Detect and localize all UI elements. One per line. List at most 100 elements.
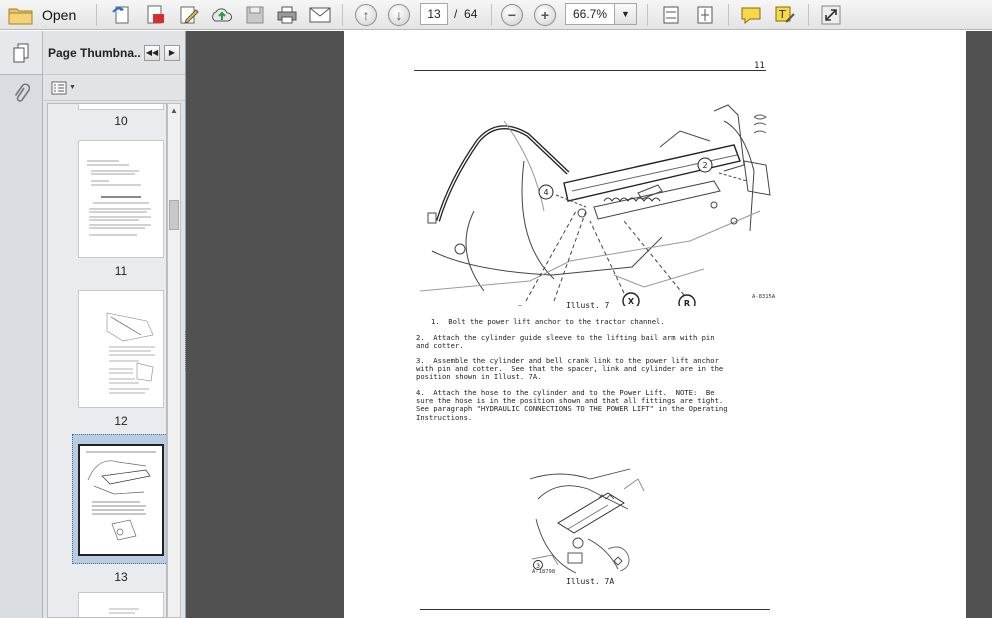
illustration-7a: 3 — [529, 468, 645, 574]
scrollbar-thumb[interactable] — [169, 200, 179, 230]
edit-button[interactable] — [176, 3, 202, 27]
expand-icon — [821, 5, 841, 25]
document-page: 11 4 2 X R A-8315A Illust. 7 1. Bolt the… — [344, 31, 966, 618]
fit-page-icon — [697, 6, 713, 24]
zoom-input[interactable]: 66.7% — [565, 3, 615, 25]
cloud-upload-icon — [212, 8, 232, 22]
printer-icon — [277, 6, 297, 24]
paperclip-icon — [14, 83, 30, 102]
thumbnail-label: 11 — [114, 264, 128, 278]
navigation-pane-strip — [0, 31, 43, 618]
toolbar-separator — [96, 4, 97, 26]
previous-page-button[interactable]: ↑ — [354, 3, 378, 27]
panel-header: Page Thumbna... ◀◀ ▶ — [43, 31, 185, 75]
text-markup-icon: T — [775, 6, 795, 23]
illustration-code: A-8315A — [752, 294, 776, 300]
toolbar-separator — [647, 4, 648, 26]
document-viewer[interactable]: 11 4 2 X R A-8315A Illust. 7 1. Bolt the… — [186, 31, 992, 618]
convert-button[interactable] — [142, 3, 168, 27]
page-number: 11 — [754, 61, 765, 71]
thumbnail-preview — [86, 451, 156, 541]
thumbnail-page-13[interactable] — [78, 444, 164, 556]
chevron-down-icon: ▼ — [621, 9, 630, 19]
instruction-step-2: 2. Attach the cylinder guide sleeve to t… — [416, 333, 715, 351]
fit-width-button[interactable] — [658, 3, 684, 27]
page-thumbnails-tab[interactable] — [0, 31, 42, 75]
upload-button[interactable] — [209, 3, 235, 27]
open-button[interactable]: Open — [4, 3, 82, 27]
double-chevron-left-icon: ◀◀ — [145, 48, 159, 57]
callout-2: 2 — [702, 161, 707, 170]
thumbnail-page-14[interactable] — [78, 592, 164, 617]
pages-icon — [13, 43, 29, 62]
minus-icon: − — [501, 4, 523, 26]
illustration-7: 4 2 3 1 X R — [419, 104, 771, 306]
header-rule — [414, 70, 766, 71]
callout-r: R — [684, 299, 690, 306]
page-count: / 64 — [454, 4, 477, 24]
fullscreen-button[interactable] — [818, 3, 844, 27]
collapse-panel-button[interactable]: ◀◀ — [144, 44, 160, 61]
callout-4: 4 — [543, 188, 548, 197]
toolbar-separator — [728, 4, 729, 26]
svg-text:T: T — [778, 8, 786, 21]
panel-title: Page Thumbna... — [48, 45, 140, 60]
thumbnail-panel: Page Thumbna... ◀◀ ▶ ▼ 10 11 12 13 ▲ — [43, 31, 188, 618]
page-total: 64 — [464, 7, 478, 21]
open-label: Open — [42, 7, 77, 23]
save-button[interactable] — [242, 3, 268, 27]
thumbnail-preview — [106, 312, 155, 394]
thumbnail-label: 10 — [114, 114, 128, 128]
plus-icon: + — [534, 4, 556, 26]
illustration-7a-code: A-18798 — [532, 569, 556, 575]
chevron-right-icon: ▶ — [168, 48, 176, 57]
create-pdf-icon — [112, 6, 129, 24]
thumbnail-label: 12 — [114, 414, 128, 428]
thumbnail-page-11[interactable] — [78, 140, 164, 258]
edit-document-icon — [180, 6, 199, 24]
page-separator: / — [454, 7, 458, 21]
attachments-tab[interactable] — [0, 75, 42, 113]
comment-icon — [741, 7, 761, 25]
thumbnail-preview — [87, 160, 151, 236]
caret-down-icon: ▼ — [69, 84, 76, 91]
toolbar-separator — [491, 4, 492, 26]
fit-width-icon — [663, 6, 679, 24]
highlight-button[interactable]: T — [772, 3, 798, 27]
print-button[interactable] — [274, 3, 300, 27]
create-button[interactable] — [108, 3, 134, 27]
pdf-document-icon — [147, 5, 164, 24]
zoom-out-button[interactable]: − — [500, 3, 524, 27]
options-menu-button[interactable]: ▼ — [51, 81, 76, 95]
thumbnail-list: 10 11 12 13 — [47, 103, 167, 618]
footer-rule — [420, 609, 770, 610]
email-button[interactable] — [306, 3, 334, 27]
illustration-7a-caption: Illust. 7A — [566, 577, 615, 586]
next-page-button[interactable]: ↓ — [387, 3, 411, 27]
options-list-icon — [51, 81, 67, 94]
instruction-step-1: 1. Bolt the power lift anchor to the tra… — [431, 317, 665, 326]
arrow-down-icon: ↓ — [388, 4, 410, 26]
thumbnail-page-10[interactable] — [78, 104, 164, 110]
toolbar-separator — [808, 4, 809, 26]
save-icon — [246, 6, 264, 24]
zoom-in-button[interactable]: + — [533, 3, 557, 27]
main-toolbar: Open ↑ ↓ 13 / 64 − + 66.7% ▼ T — [0, 0, 992, 30]
folder-icon — [8, 8, 33, 25]
fit-page-button[interactable] — [692, 3, 718, 27]
thumbnail-scrollbar[interactable]: ▲ — [167, 103, 181, 618]
scroll-up-arrow-icon[interactable]: ▲ — [168, 104, 180, 118]
envelope-icon — [309, 7, 331, 23]
thumbnail-preview — [109, 608, 139, 614]
illustration-caption: Illust. 7 — [566, 301, 610, 310]
thumbnail-page-12[interactable] — [78, 290, 164, 408]
instruction-step-4: 4. Attach the hose to the cylinder and t… — [416, 388, 728, 422]
callout-x: X — [628, 297, 635, 306]
toolbar-separator — [342, 4, 343, 26]
comment-button[interactable] — [738, 3, 764, 27]
arrow-up-icon: ↑ — [355, 4, 377, 26]
page-number-input[interactable]: 13 — [420, 3, 448, 25]
zoom-dropdown-button[interactable]: ▼ — [615, 3, 637, 25]
panel-options: ▼ — [43, 75, 185, 101]
panel-next-button[interactable]: ▶ — [164, 44, 180, 61]
